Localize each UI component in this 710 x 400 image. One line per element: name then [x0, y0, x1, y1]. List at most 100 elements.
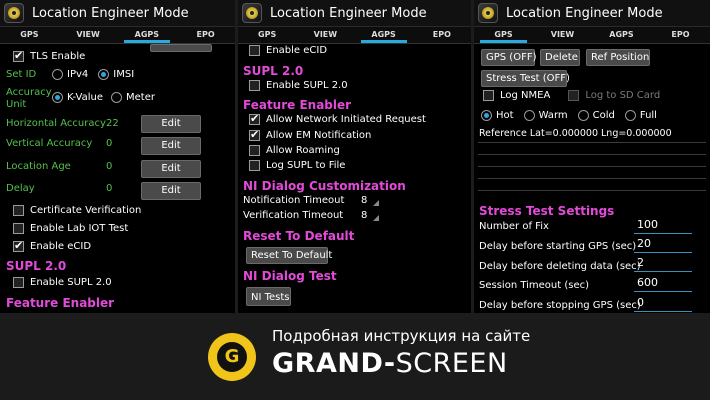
- verification-timeout-label: Verification Timeout: [243, 210, 344, 221]
- set-id-label: Set ID: [6, 69, 37, 80]
- log-supl-label: Log SUPL to File: [266, 160, 346, 171]
- edit-horizontal-button[interactable]: Edit: [141, 115, 201, 133]
- session-timeout-input[interactable]: 600: [634, 276, 692, 292]
- delay-start-gps-input[interactable]: 20: [634, 237, 692, 253]
- log-nmea-row[interactable]: Log NMEA Log to SD Card: [483, 90, 660, 101]
- divider: [478, 178, 706, 179]
- tab-gps[interactable]: GPS: [238, 27, 296, 43]
- start-mode-row: Hot Warm Cold Full: [481, 110, 657, 121]
- edit-vertical-button[interactable]: Edit: [141, 137, 201, 155]
- stress-test-button[interactable]: Stress Test (OFF): [481, 70, 570, 87]
- reset-to-default-button[interactable]: Reset To Default: [246, 247, 332, 264]
- delay-delete-data-label: Delay before deleting data (sec): [479, 261, 641, 272]
- supl-checkbox[interactable]: [249, 80, 260, 91]
- edit-delay-button[interactable]: Edit: [141, 182, 201, 200]
- em-notification-row[interactable]: Allow EM Notification: [249, 128, 372, 141]
- gps-panel: Location Engineer Mode GPS VIEW AGPS EPO…: [474, 0, 710, 313]
- supl-label: Enable SUPL 2.0: [266, 80, 348, 91]
- location-age-row: Location Age 0: [6, 161, 112, 172]
- number-of-fix-input[interactable]: 100: [634, 218, 692, 234]
- em-notification-checkbox[interactable]: [249, 128, 260, 141]
- verification-timeout-spinner[interactable]: 8: [361, 210, 381, 221]
- banner-caption: Подробная инструкция на сайте: [272, 327, 531, 345]
- ecid-row[interactable]: Enable eCID: [249, 45, 327, 56]
- ecid-checkbox[interactable]: [13, 239, 24, 252]
- supl-row[interactable]: Enable SUPL 2.0: [249, 80, 348, 91]
- tab-bar: GPS VIEW AGPS EPO: [0, 27, 235, 44]
- delay-delete-data-input[interactable]: 2: [634, 256, 692, 272]
- tab-gps[interactable]: GPS: [0, 27, 59, 43]
- ni-dialog-test-header: NI Dialog Test: [243, 269, 337, 283]
- lab-iot-label: Enable Lab IOT Test: [30, 223, 129, 234]
- feature-enabler-header: Feature Enabler: [6, 296, 115, 310]
- partial-button[interactable]: [150, 44, 212, 52]
- imsi-radio[interactable]: [98, 69, 110, 80]
- ipv4-radio[interactable]: [52, 69, 63, 80]
- accuracy-label-line2: Unit: [6, 99, 27, 110]
- notification-timeout-spinner[interactable]: 8: [361, 195, 381, 206]
- tab-view[interactable]: VIEW: [296, 27, 354, 43]
- tab-epo[interactable]: EPO: [413, 27, 471, 43]
- ecid-row[interactable]: Enable eCID: [13, 239, 91, 252]
- lab-iot-checkbox[interactable]: [13, 223, 24, 234]
- tab-agps[interactable]: AGPS: [118, 27, 177, 43]
- cert-verification-row[interactable]: Certificate Verification: [13, 205, 141, 216]
- supl-row[interactable]: Enable SUPL 2.0: [13, 277, 112, 288]
- screenshot-collage: Location Engineer Mode GPS VIEW AGPS EPO…: [0, 0, 710, 400]
- gps-off-button[interactable]: GPS (OFF): [481, 49, 536, 66]
- tab-epo[interactable]: EPO: [651, 27, 710, 43]
- tab-agps[interactable]: AGPS: [355, 27, 413, 43]
- tab-epo[interactable]: EPO: [176, 27, 235, 43]
- warm-label: Warm: [538, 110, 568, 121]
- supl-checkbox[interactable]: [13, 277, 24, 288]
- ni-request-row[interactable]: Allow Network Initiated Request: [249, 112, 426, 125]
- log-nmea-checkbox[interactable]: [483, 90, 494, 101]
- full-label: Full: [639, 110, 657, 121]
- title-bar: Location Engineer Mode: [474, 0, 710, 27]
- tab-view[interactable]: VIEW: [533, 27, 592, 43]
- full-radio[interactable]: [624, 110, 636, 121]
- delay-stop-gps-input[interactable]: 0: [634, 296, 692, 312]
- delete-button[interactable]: Delete: [540, 49, 580, 66]
- accuracy-unit-label: Accuracy Unit: [6, 87, 52, 111]
- horizontal-accuracy-value: 22: [106, 118, 119, 129]
- tab-agps[interactable]: AGPS: [592, 27, 651, 43]
- cold-radio[interactable]: [577, 110, 589, 121]
- roaming-row[interactable]: Allow Roaming: [249, 145, 340, 156]
- cert-label: Certificate Verification: [30, 205, 142, 216]
- log-supl-checkbox[interactable]: [249, 160, 260, 171]
- ipv4-label: IPv4: [67, 69, 89, 80]
- ref-position-button[interactable]: Ref Position: [586, 49, 650, 66]
- ecid-checkbox[interactable]: [249, 45, 260, 56]
- ni-request-checkbox[interactable]: [249, 112, 260, 125]
- log-sd-label: Log to SD Card: [585, 90, 661, 101]
- warm-radio[interactable]: [523, 110, 535, 121]
- em-notification-label: Allow EM Notification: [266, 130, 372, 141]
- log-sd-checkbox[interactable]: [568, 90, 580, 101]
- log-supl-row[interactable]: Log SUPL to File: [249, 160, 345, 171]
- tab-gps[interactable]: GPS: [474, 27, 533, 43]
- banner-brand: GRAND-SCREEN: [272, 348, 508, 379]
- brand-thin: SCREEN: [395, 348, 508, 379]
- hot-radio[interactable]: [481, 110, 492, 121]
- roaming-checkbox[interactable]: [249, 145, 260, 156]
- location-age-value: 0: [106, 161, 113, 172]
- verification-timeout-row: Verification Timeout: [243, 210, 343, 221]
- kvalue-radio[interactable]: [52, 92, 63, 103]
- lab-iot-row[interactable]: Enable Lab IOT Test: [13, 223, 128, 234]
- title-bar: Location Engineer Mode: [238, 0, 471, 27]
- vertical-accuracy-label: Vertical Accuracy: [6, 138, 93, 149]
- cert-checkbox[interactable]: [13, 205, 24, 216]
- imsi-label: IMSI: [113, 69, 135, 80]
- meter-radio[interactable]: [111, 92, 122, 103]
- log-nmea-label: Log NMEA: [500, 90, 551, 101]
- tab-bar: GPS VIEW AGPS EPO: [474, 27, 710, 44]
- kvalue-label: K-Value: [67, 92, 103, 103]
- tls-checkbox[interactable]: [13, 49, 24, 62]
- tab-view[interactable]: VIEW: [59, 27, 118, 43]
- tls-enable-row[interactable]: TLS Enable: [13, 49, 85, 62]
- delay-value: 0: [106, 183, 113, 194]
- ecid-label: Enable eCID: [266, 45, 328, 56]
- ni-tests-button[interactable]: NI Tests: [246, 287, 291, 306]
- edit-location-age-button[interactable]: Edit: [141, 160, 201, 178]
